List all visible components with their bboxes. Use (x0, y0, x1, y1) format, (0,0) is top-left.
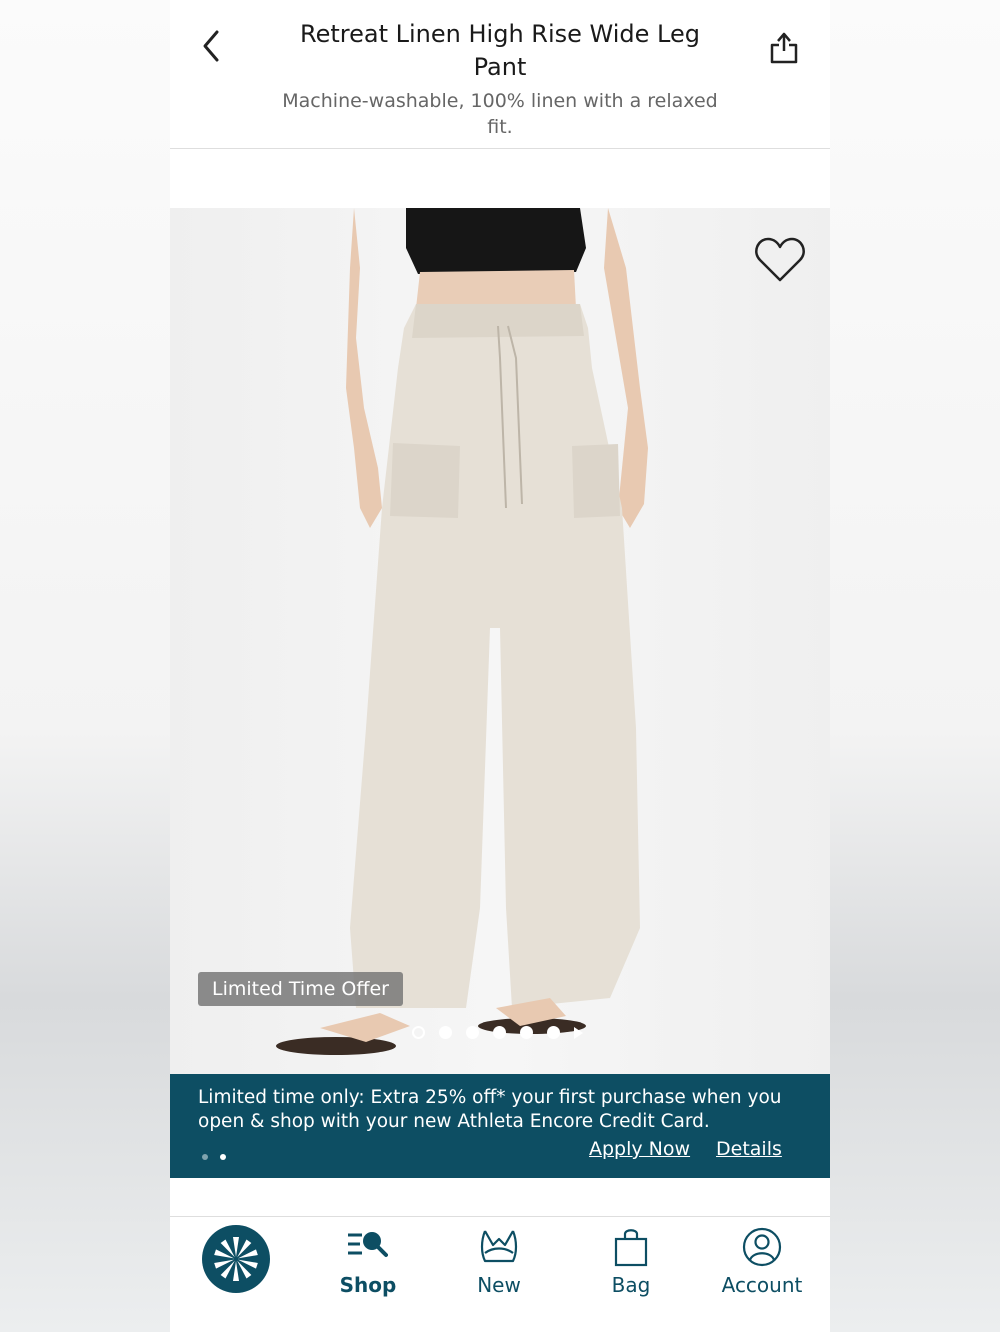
carousel-dot[interactable] (466, 1026, 479, 1039)
promo-pager-dot-active[interactable] (220, 1154, 226, 1160)
heart-icon (755, 237, 805, 282)
nav-item-new[interactable]: New (439, 1217, 559, 1332)
account-icon (742, 1227, 782, 1267)
carousel-next-icon[interactable] (574, 1026, 583, 1039)
share-button[interactable] (766, 28, 802, 68)
bottom-nav: Shop New Bag Account (170, 1217, 830, 1332)
promo-pager-dot[interactable] (202, 1154, 208, 1160)
page-title: Retreat Linen High Rise Wide Leg Pant (300, 20, 700, 81)
nav-item-home[interactable] (170, 1217, 290, 1332)
header-divider (170, 148, 830, 149)
nav-label-new: New (477, 1273, 521, 1297)
promo-text: Limited time only: Extra 25% off* your f… (198, 1087, 782, 1132)
carousel-dot[interactable] (439, 1026, 452, 1039)
apply-now-link[interactable]: Apply Now (589, 1138, 690, 1160)
favorite-button[interactable] (754, 236, 806, 284)
carousel-dot[interactable] (520, 1026, 533, 1039)
nav-item-account[interactable]: Account (702, 1217, 822, 1332)
product-header: Retreat Linen High Rise Wide Leg Pant Ma… (170, 0, 830, 148)
share-icon (770, 32, 798, 64)
nav-label-shop: Shop (339, 1273, 397, 1297)
product-image[interactable]: Limited Time Offer (170, 208, 830, 1074)
bag-icon (614, 1229, 648, 1267)
carousel-dot[interactable] (547, 1026, 560, 1039)
carousel-dot[interactable] (412, 1026, 425, 1039)
product-photo (276, 208, 648, 1055)
credit-card-promo-banner: Limited time only: Extra 25% off* your f… (170, 1074, 830, 1178)
nav-label-bag: Bag (611, 1273, 651, 1297)
product-subtitle: Machine-washable, 100% linen with a rela… (282, 90, 718, 138)
carousel-dot[interactable] (493, 1026, 506, 1039)
back-button[interactable] (194, 28, 230, 64)
image-carousel-pager[interactable] (412, 1026, 583, 1039)
details-link[interactable]: Details (716, 1138, 782, 1160)
chevron-left-icon (203, 30, 219, 62)
athleta-logo-icon (202, 1225, 270, 1293)
app-screen: Retreat Linen High Rise Wide Leg Pant Ma… (170, 0, 830, 1332)
limited-offer-badge: Limited Time Offer (198, 972, 403, 1006)
shop-search-icon (348, 1232, 388, 1257)
nav-label-account: Account (721, 1273, 803, 1297)
new-bra-icon (480, 1230, 518, 1263)
nav-item-bag[interactable]: Bag (571, 1217, 691, 1332)
nav-item-shop[interactable]: Shop (308, 1217, 428, 1332)
